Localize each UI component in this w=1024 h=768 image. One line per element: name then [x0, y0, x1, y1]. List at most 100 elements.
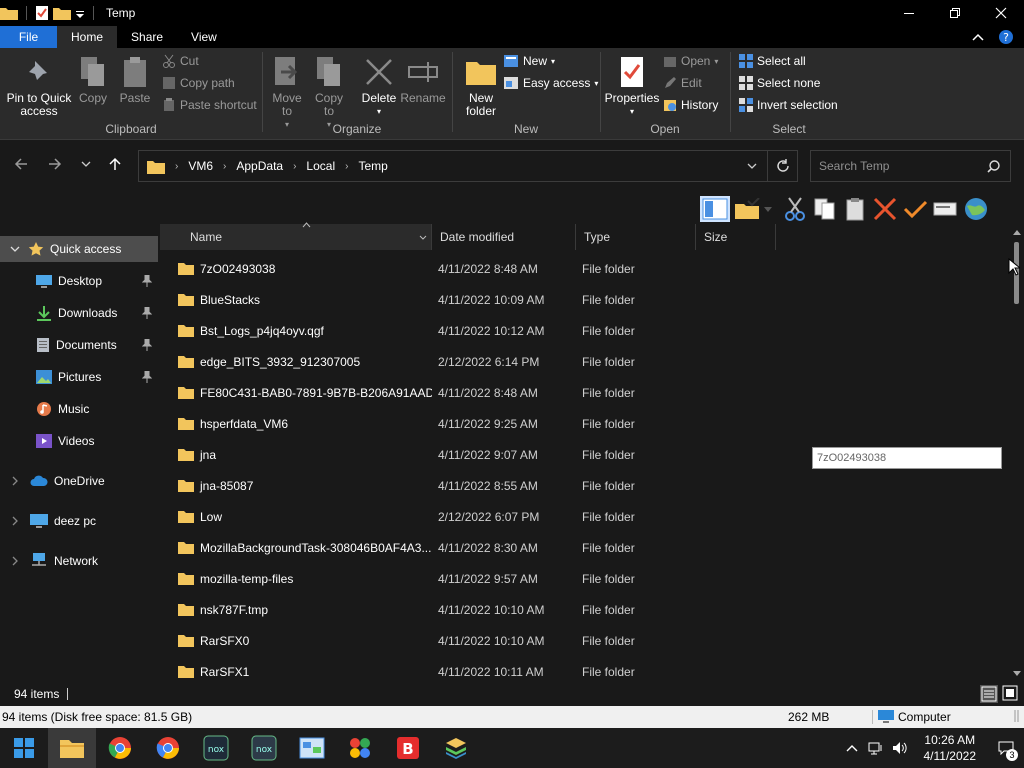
chrome-alt-icon[interactable]	[144, 728, 192, 768]
details-view-icon[interactable]	[980, 685, 998, 703]
start-windows-icon[interactable]	[0, 728, 48, 768]
column-type[interactable]: Type	[576, 224, 696, 250]
delete-x-icon[interactable]	[872, 197, 898, 221]
select-none-button[interactable]: Select none	[739, 76, 820, 90]
sidebar-item-downloads[interactable]: Downloads	[0, 300, 158, 326]
copy-to-button[interactable]: Copy to ▾	[311, 52, 347, 131]
table-row[interactable]: RarSFX0 4/11/2022 10:10 AM File folder	[160, 625, 1010, 656]
up-button[interactable]	[108, 157, 122, 171]
tab-file[interactable]: File	[0, 26, 57, 48]
pin-icon[interactable]	[142, 339, 152, 351]
copy-button[interactable]: Copy	[76, 52, 110, 105]
checkbox-folder-icon[interactable]	[734, 198, 760, 220]
sidebar-item-videos[interactable]: Videos	[0, 428, 158, 454]
pin-icon[interactable]	[142, 307, 152, 319]
copy-path-button[interactable]: Copy path	[162, 76, 235, 90]
globe-icon[interactable]	[962, 196, 990, 222]
new-folder-qat-icon[interactable]	[53, 5, 71, 21]
notifications-icon[interactable]: 3	[988, 741, 1024, 761]
breadcrumb-separator-icon[interactable]: ›	[293, 161, 296, 172]
control-panel-icon[interactable]	[288, 728, 336, 768]
column-size[interactable]: Size	[696, 224, 776, 250]
table-row[interactable]: FE80C431-BAB0-7891-9B7B-B206A91AAD... 4/…	[160, 377, 1010, 408]
sidebar-item-network[interactable]: Network	[0, 548, 158, 574]
table-row[interactable]: jna-85087 4/11/2022 8:55 AM File folder	[160, 470, 1010, 501]
select-all-button[interactable]: Select all	[739, 54, 806, 68]
help-icon[interactable]: ?	[998, 29, 1014, 45]
sidebar-item-pictures[interactable]: Pictures	[0, 364, 158, 390]
copy-icon[interactable]	[812, 197, 838, 221]
close-button[interactable]	[978, 0, 1024, 26]
column-name[interactable]: Name	[160, 222, 432, 250]
sidebar-item-this-pc[interactable]: deez pc	[0, 508, 158, 534]
customize-qat-icon[interactable]	[75, 5, 85, 21]
open-button[interactable]: Open ▾	[663, 54, 718, 68]
cut-icon[interactable]	[782, 197, 808, 221]
table-row[interactable]: hsperfdata_VM6 4/11/2022 9:25 AM File fo…	[160, 408, 1010, 439]
paste-shortcut-button[interactable]: Paste shortcut	[162, 98, 257, 112]
back-button[interactable]	[14, 157, 28, 171]
recent-locations-icon[interactable]	[81, 161, 91, 167]
nox-multi-icon[interactable]: nox	[240, 728, 288, 768]
scroll-up-icon[interactable]	[1013, 230, 1021, 235]
new-item-button[interactable]: New ▾	[503, 54, 555, 68]
tab-view[interactable]: View	[177, 26, 231, 48]
resize-grip-icon[interactable]	[1014, 708, 1022, 724]
sidebar-item-music[interactable]: Music	[0, 396, 158, 422]
collapse-ribbon-icon[interactable]	[972, 33, 984, 41]
maximize-button[interactable]	[932, 0, 978, 26]
cut-button[interactable]: Cut	[162, 54, 199, 68]
table-row[interactable]: BlueStacks 4/11/2022 10:09 AM File folde…	[160, 284, 1010, 315]
sidebar-item-desktop[interactable]: Desktop	[0, 268, 158, 294]
chevron-right-icon[interactable]	[8, 556, 22, 566]
search-input[interactable]: Search Temp	[810, 150, 1011, 182]
properties-button[interactable]: Properties ▾	[603, 52, 661, 118]
breadcrumb-item[interactable]: AppData	[236, 159, 283, 173]
minimize-button[interactable]	[886, 0, 932, 26]
rename-button[interactable]: Rename	[400, 52, 446, 105]
table-row[interactable]: 7zO02493038 4/11/2022 8:48 AM File folde…	[160, 253, 1010, 284]
table-row[interactable]: nsk787F.tmp 4/11/2022 10:10 AM File fold…	[160, 594, 1010, 625]
tab-share[interactable]: Share	[117, 26, 177, 48]
file-explorer-taskbar-icon[interactable]	[48, 728, 96, 768]
vertical-scrollbar[interactable]	[1010, 228, 1024, 682]
large-icons-view-icon[interactable]	[1002, 685, 1018, 703]
forward-button[interactable]	[48, 157, 62, 171]
table-row[interactable]: mozilla-temp-files 4/11/2022 9:57 AM Fil…	[160, 563, 1010, 594]
table-row[interactable]: Low 2/12/2022 6:07 PM File folder	[160, 501, 1010, 532]
properties-qat-icon[interactable]	[35, 5, 49, 21]
chevron-down-icon[interactable]	[764, 206, 778, 212]
pin-icon[interactable]	[142, 371, 152, 383]
history-button[interactable]: History	[663, 98, 718, 112]
sidebar-item-documents[interactable]: Documents	[0, 332, 158, 358]
edit-button[interactable]: Edit	[663, 76, 702, 90]
network-status-icon[interactable]	[864, 741, 888, 755]
bitdefender-icon[interactable]: B	[384, 728, 432, 768]
breadcrumb-item[interactable]: Local	[306, 159, 335, 173]
delete-button[interactable]: Delete ▾	[359, 52, 399, 118]
refresh-icon[interactable]	[767, 151, 797, 181]
new-folder-button[interactable]: New folder	[459, 52, 503, 118]
chevron-right-icon[interactable]	[8, 516, 22, 526]
breadcrumb-item[interactable]: VM6	[188, 159, 213, 173]
nox-player-icon[interactable]: nox	[192, 728, 240, 768]
rename-input[interactable]: 7zO02493038	[812, 447, 1002, 469]
pin-icon[interactable]	[142, 275, 152, 287]
breadcrumb-separator-icon[interactable]: ›	[345, 161, 348, 172]
chevron-right-icon[interactable]	[8, 476, 22, 486]
pin-to-quick-access-button[interactable]: Pin to Quick access	[4, 52, 74, 118]
easy-access-button[interactable]: Easy access ▾	[503, 76, 598, 90]
preview-pane-icon[interactable]	[700, 196, 730, 222]
paste-icon[interactable]	[842, 197, 868, 221]
chevron-down-icon[interactable]	[419, 235, 427, 240]
table-row[interactable]: MozillaBackgroundTask-308046B0AF4A3... 4…	[160, 532, 1010, 563]
nav-quick-access[interactable]: Quick access	[0, 236, 158, 262]
tab-home[interactable]: Home	[57, 26, 118, 48]
paste-button[interactable]: Paste	[118, 52, 152, 105]
sidebar-item-onedrive[interactable]: OneDrive	[0, 468, 158, 494]
move-to-button[interactable]: Move to ▾	[269, 52, 305, 131]
scroll-down-icon[interactable]	[1013, 671, 1021, 676]
chrome-icon[interactable]	[96, 728, 144, 768]
chevron-down-icon[interactable]	[8, 246, 22, 252]
multicolor-app-icon[interactable]	[336, 728, 384, 768]
